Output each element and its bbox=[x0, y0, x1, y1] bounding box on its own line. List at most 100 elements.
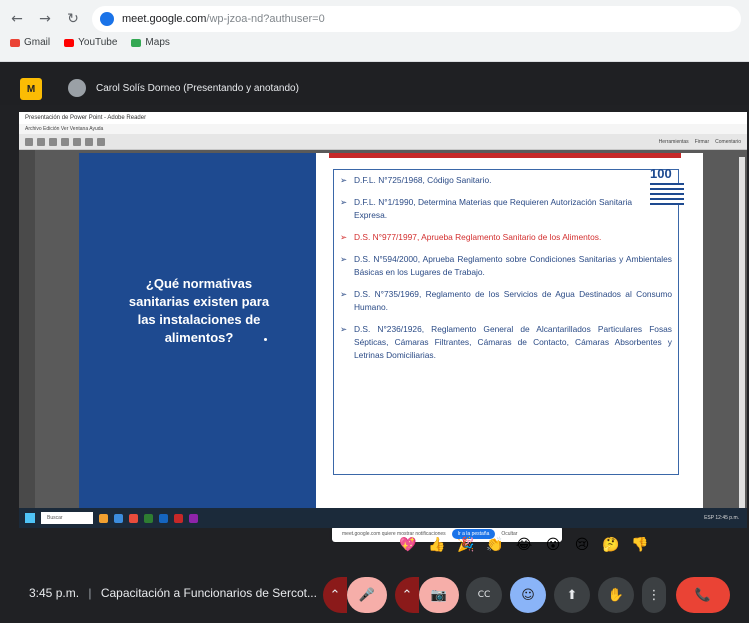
pdf-tool-tabs: Herramientas Firmar Comentario bbox=[659, 139, 747, 145]
pdf-tab-tools: Herramientas bbox=[658, 138, 689, 145]
slide-accent-bar bbox=[329, 153, 681, 158]
hand-icon: ✋ bbox=[607, 587, 625, 603]
arrow-bullet-icon: ➢ bbox=[340, 197, 348, 207]
word-icon bbox=[159, 513, 168, 523]
regulation-text: D.S. N°977/1997, Aprueba Reglamento Sani… bbox=[354, 232, 602, 242]
slide-question: ¿Qué normativas sanitarias existen para … bbox=[128, 276, 270, 345]
regulation-text: D.F.L. N°1/1990, Determina Materias que … bbox=[354, 197, 632, 220]
meeting-separator: | bbox=[88, 586, 92, 600]
camera-off-button[interactable]: 📷 bbox=[419, 577, 459, 613]
gmail-icon bbox=[10, 38, 20, 47]
arrow-bullet-icon: ➢ bbox=[340, 289, 348, 299]
raise-hand-button[interactable]: ✋ bbox=[598, 577, 634, 613]
bookmark-label: YouTube bbox=[78, 37, 118, 48]
folder-icon bbox=[99, 513, 108, 523]
more-vertical-icon: ⋮ bbox=[647, 587, 661, 603]
list-item: ➢ D.S. N°594/2000, Aprueba Reglamento sob… bbox=[340, 253, 672, 279]
screen: ← → ↻ meet.google.com/wp-jzoa-nd?authuse… bbox=[0, 0, 749, 623]
reactions-button[interactable]: ☺ bbox=[510, 577, 546, 613]
system-tray: ESP 12:45 p.m. bbox=[704, 515, 739, 521]
logo-stripes bbox=[650, 183, 684, 205]
logo-number: 100 bbox=[650, 166, 672, 181]
arrow-bullet-icon: ➢ bbox=[340, 254, 348, 264]
bookmark-label: Gmail bbox=[24, 37, 51, 48]
list-item: ➢ D.F.L. N°1/1990, Determina Materias que… bbox=[340, 196, 672, 222]
laugh-reaction[interactable]: 😂 bbox=[515, 536, 533, 554]
chrome-icon bbox=[129, 513, 138, 523]
present-button[interactable]: ⬆ bbox=[554, 577, 590, 613]
more-options-button[interactable]: ⋮ bbox=[642, 577, 666, 613]
thumbs-down-reaction[interactable]: 👎 bbox=[631, 536, 649, 554]
slide-left-panel: ¿Qué normativas sanitarias existen para … bbox=[79, 153, 316, 526]
presenter-name: Carol Solís Dorneo (Presentando y anotan… bbox=[96, 83, 299, 94]
presenter-logo: M bbox=[20, 78, 42, 100]
regulation-text: D.S. N°594/2000, Aprueba Reglamento sobr… bbox=[354, 254, 672, 277]
address-bar[interactable]: meet.google.com/wp-jzoa-nd?authuser=0 bbox=[92, 6, 741, 32]
forward-arrow-icon[interactable]: → bbox=[36, 10, 54, 28]
clap-reaction[interactable]: 👏 bbox=[486, 536, 504, 554]
navigation-row: ← → ↻ meet.google.com/wp-jzoa-nd?authuse… bbox=[8, 6, 741, 32]
youtube-icon bbox=[64, 38, 75, 47]
bookmark-label: Maps bbox=[145, 37, 170, 48]
captions-button[interactable]: CC bbox=[466, 577, 502, 613]
leave-call-button[interactable]: 📞 bbox=[676, 577, 730, 613]
chevron-up-icon: ⌃ bbox=[329, 587, 341, 603]
acrobat-icon bbox=[174, 513, 183, 523]
print-icon bbox=[37, 137, 45, 146]
pdf-menu-bar: Archivo Edición Ver Ventana Ayuda bbox=[19, 124, 747, 134]
list-item: ➢ D.S. N°977/1997, Aprueba Reglamento San… bbox=[340, 231, 672, 244]
meeting-info: 3:45 p.m. | Capacitación a Funcionarios … bbox=[29, 586, 317, 600]
list-item: ➢ D.F.L. N°725/1968, Código Sanitario. bbox=[340, 174, 672, 187]
party-reaction[interactable]: 🎉 bbox=[457, 536, 475, 554]
maps-icon bbox=[131, 38, 142, 47]
mic-off-button[interactable]: 🎤 bbox=[347, 577, 387, 613]
edge-icon bbox=[114, 513, 123, 523]
pointer-dot bbox=[264, 338, 267, 341]
save-icon bbox=[25, 137, 33, 146]
bookmarks-bar: Gmail YouTube Maps bbox=[10, 37, 170, 48]
bookmark-youtube[interactable]: YouTube bbox=[64, 37, 117, 48]
regulation-text: D.F.L. N°725/1968, Código Sanitario. bbox=[354, 175, 492, 185]
windows-taskbar: Buscar ESP 12:45 p.m. bbox=[19, 508, 747, 528]
windows-start-icon bbox=[25, 513, 35, 523]
regulation-text: D.S. N°735/1969, Reglamento de los Servi… bbox=[354, 289, 672, 312]
list-item: ➢ D.S. N°735/1969, Reglamento de los Serv… bbox=[340, 288, 672, 314]
surprised-reaction[interactable]: 😮 bbox=[544, 536, 562, 554]
pdf-scrollbar bbox=[739, 157, 745, 517]
arrow-bullet-icon: ➢ bbox=[340, 324, 348, 334]
browser-chrome: ← → ↻ meet.google.com/wp-jzoa-nd?authuse… bbox=[0, 0, 749, 62]
arrow-bullet-icon: ➢ bbox=[340, 175, 348, 185]
teams-icon bbox=[189, 513, 198, 523]
avatar bbox=[68, 79, 86, 97]
reload-icon[interactable]: ↻ bbox=[64, 10, 82, 28]
site-info-icon[interactable] bbox=[100, 12, 114, 26]
presentation-slide: ¿Qué normativas sanitarias existen para … bbox=[79, 153, 703, 542]
next-page-icon bbox=[73, 137, 81, 146]
regulation-text: D.S. N°236/1926, Reglamento General de A… bbox=[354, 324, 672, 360]
zoom-in-icon bbox=[97, 137, 105, 146]
pdf-tab-sign: Firmar bbox=[694, 138, 710, 145]
list-item: ➢ D.S. N°236/1926, Reglamento General de … bbox=[340, 323, 672, 362]
sad-reaction[interactable]: 😢 bbox=[573, 536, 591, 554]
prev-page-icon bbox=[61, 137, 69, 146]
taskbar-search: Buscar bbox=[41, 512, 93, 524]
bookmark-gmail[interactable]: Gmail bbox=[10, 37, 50, 48]
camera-off-icon: 📷 bbox=[430, 587, 448, 603]
excel-icon bbox=[144, 513, 153, 523]
pdf-tab-comment: Comentario bbox=[715, 138, 741, 145]
email-icon bbox=[49, 137, 57, 146]
thinking-reaction[interactable]: 🤔 bbox=[602, 536, 620, 554]
heart-reaction[interactable]: 💖 bbox=[399, 536, 417, 554]
captions-icon: CC bbox=[477, 590, 491, 600]
zoom-out-icon bbox=[85, 137, 93, 146]
pdf-window-title: Presentación de Power Point - Adobe Read… bbox=[19, 112, 747, 124]
hangup-icon: 📞 bbox=[694, 587, 712, 603]
emoji-icon: ☺ bbox=[521, 587, 535, 603]
meeting-time: 3:45 p.m. bbox=[29, 586, 80, 600]
back-arrow-icon[interactable]: ← bbox=[8, 10, 26, 28]
anniversary-logo: 100 bbox=[650, 166, 686, 210]
bookmark-maps[interactable]: Maps bbox=[131, 37, 170, 48]
meeting-title: Capacitación a Funcionarios de Sercot... bbox=[100, 586, 317, 600]
thumbs-up-reaction[interactable]: 👍 bbox=[428, 536, 446, 554]
url-path: /wp-jzoa-nd?authuser=0 bbox=[206, 13, 325, 25]
